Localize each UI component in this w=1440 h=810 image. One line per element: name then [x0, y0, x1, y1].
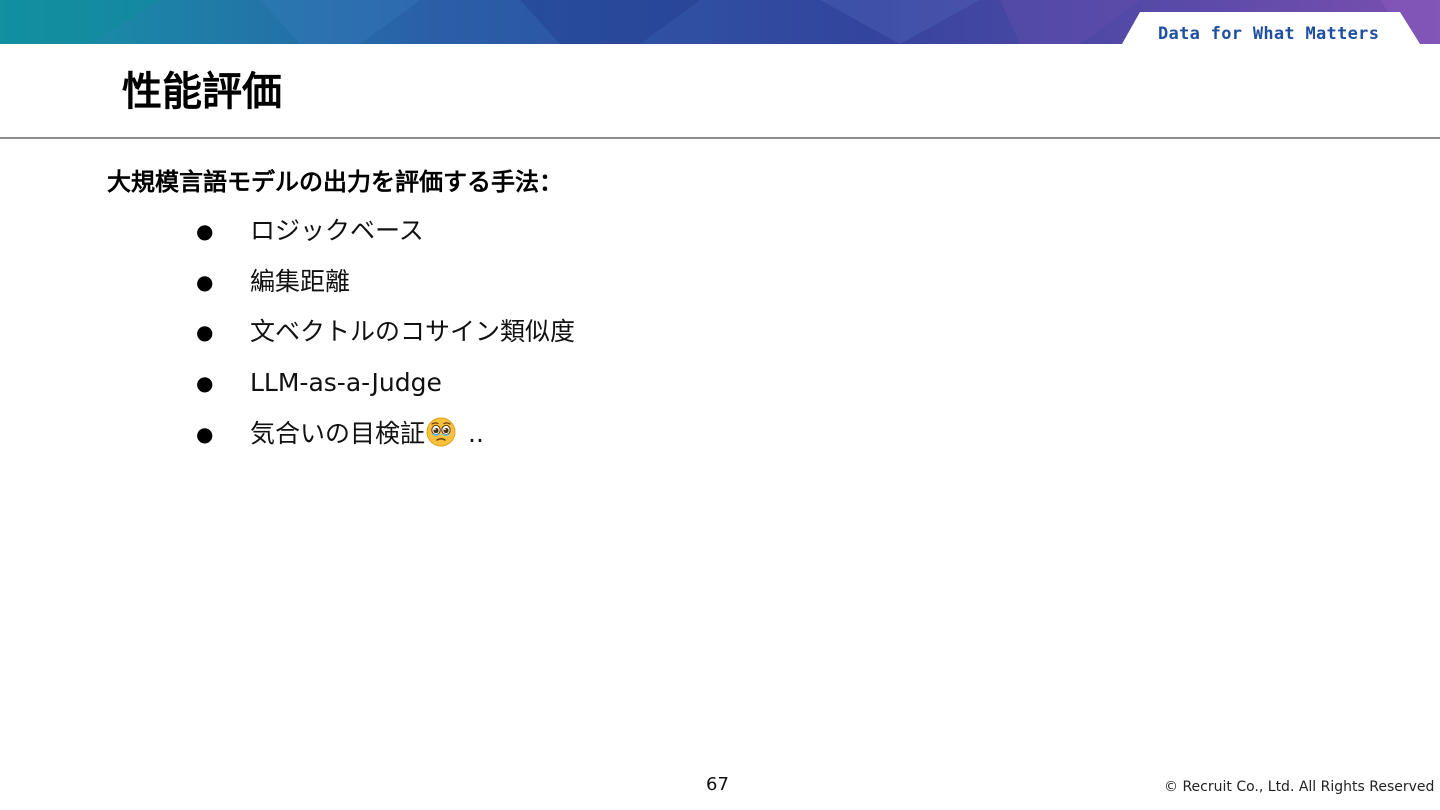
list-item: ● ロジックベース [0, 208, 800, 254]
list-item: ● LLM-as-a-Judge [0, 360, 800, 406]
list-item-text: 気合いの目検証 [250, 419, 426, 448]
copyright-text: © Recruit Co., Ltd. All Rights Reserved [1164, 779, 1435, 795]
list-item-text: LLM-as-a-Judge [250, 368, 442, 397]
page-number: 67 [706, 774, 729, 795]
lead-text: 大規模言語モデルの出力を評価する手法： [107, 168, 563, 196]
face-holding-back-tears-icon [426, 416, 456, 447]
slide-title: 性能評価 [122, 69, 282, 115]
list-item-text: 文ベクトルのコサイン類似度 [250, 317, 576, 346]
tagline: Data for What Matters [1158, 24, 1380, 44]
list-item: ● 気合いの目検証 .. [0, 411, 800, 457]
bullet-icon: ● [196, 320, 214, 344]
list-item-text: ロジックベース [250, 216, 424, 245]
title-divider [0, 137, 1440, 139]
bullet-icon: ● [196, 270, 214, 294]
list-item: ● 編集距離 [0, 259, 800, 305]
list-item-suffix: .. [468, 419, 484, 448]
list-item-text: 編集距離 [250, 267, 351, 296]
bullet-icon: ● [196, 422, 214, 446]
list-item-text-row: 気合いの目検証 .. [250, 411, 484, 457]
list-item: ● 文ベクトルのコサイン類似度 [0, 309, 800, 355]
bullet-icon: ● [196, 371, 214, 395]
bullet-icon: ● [196, 219, 214, 243]
